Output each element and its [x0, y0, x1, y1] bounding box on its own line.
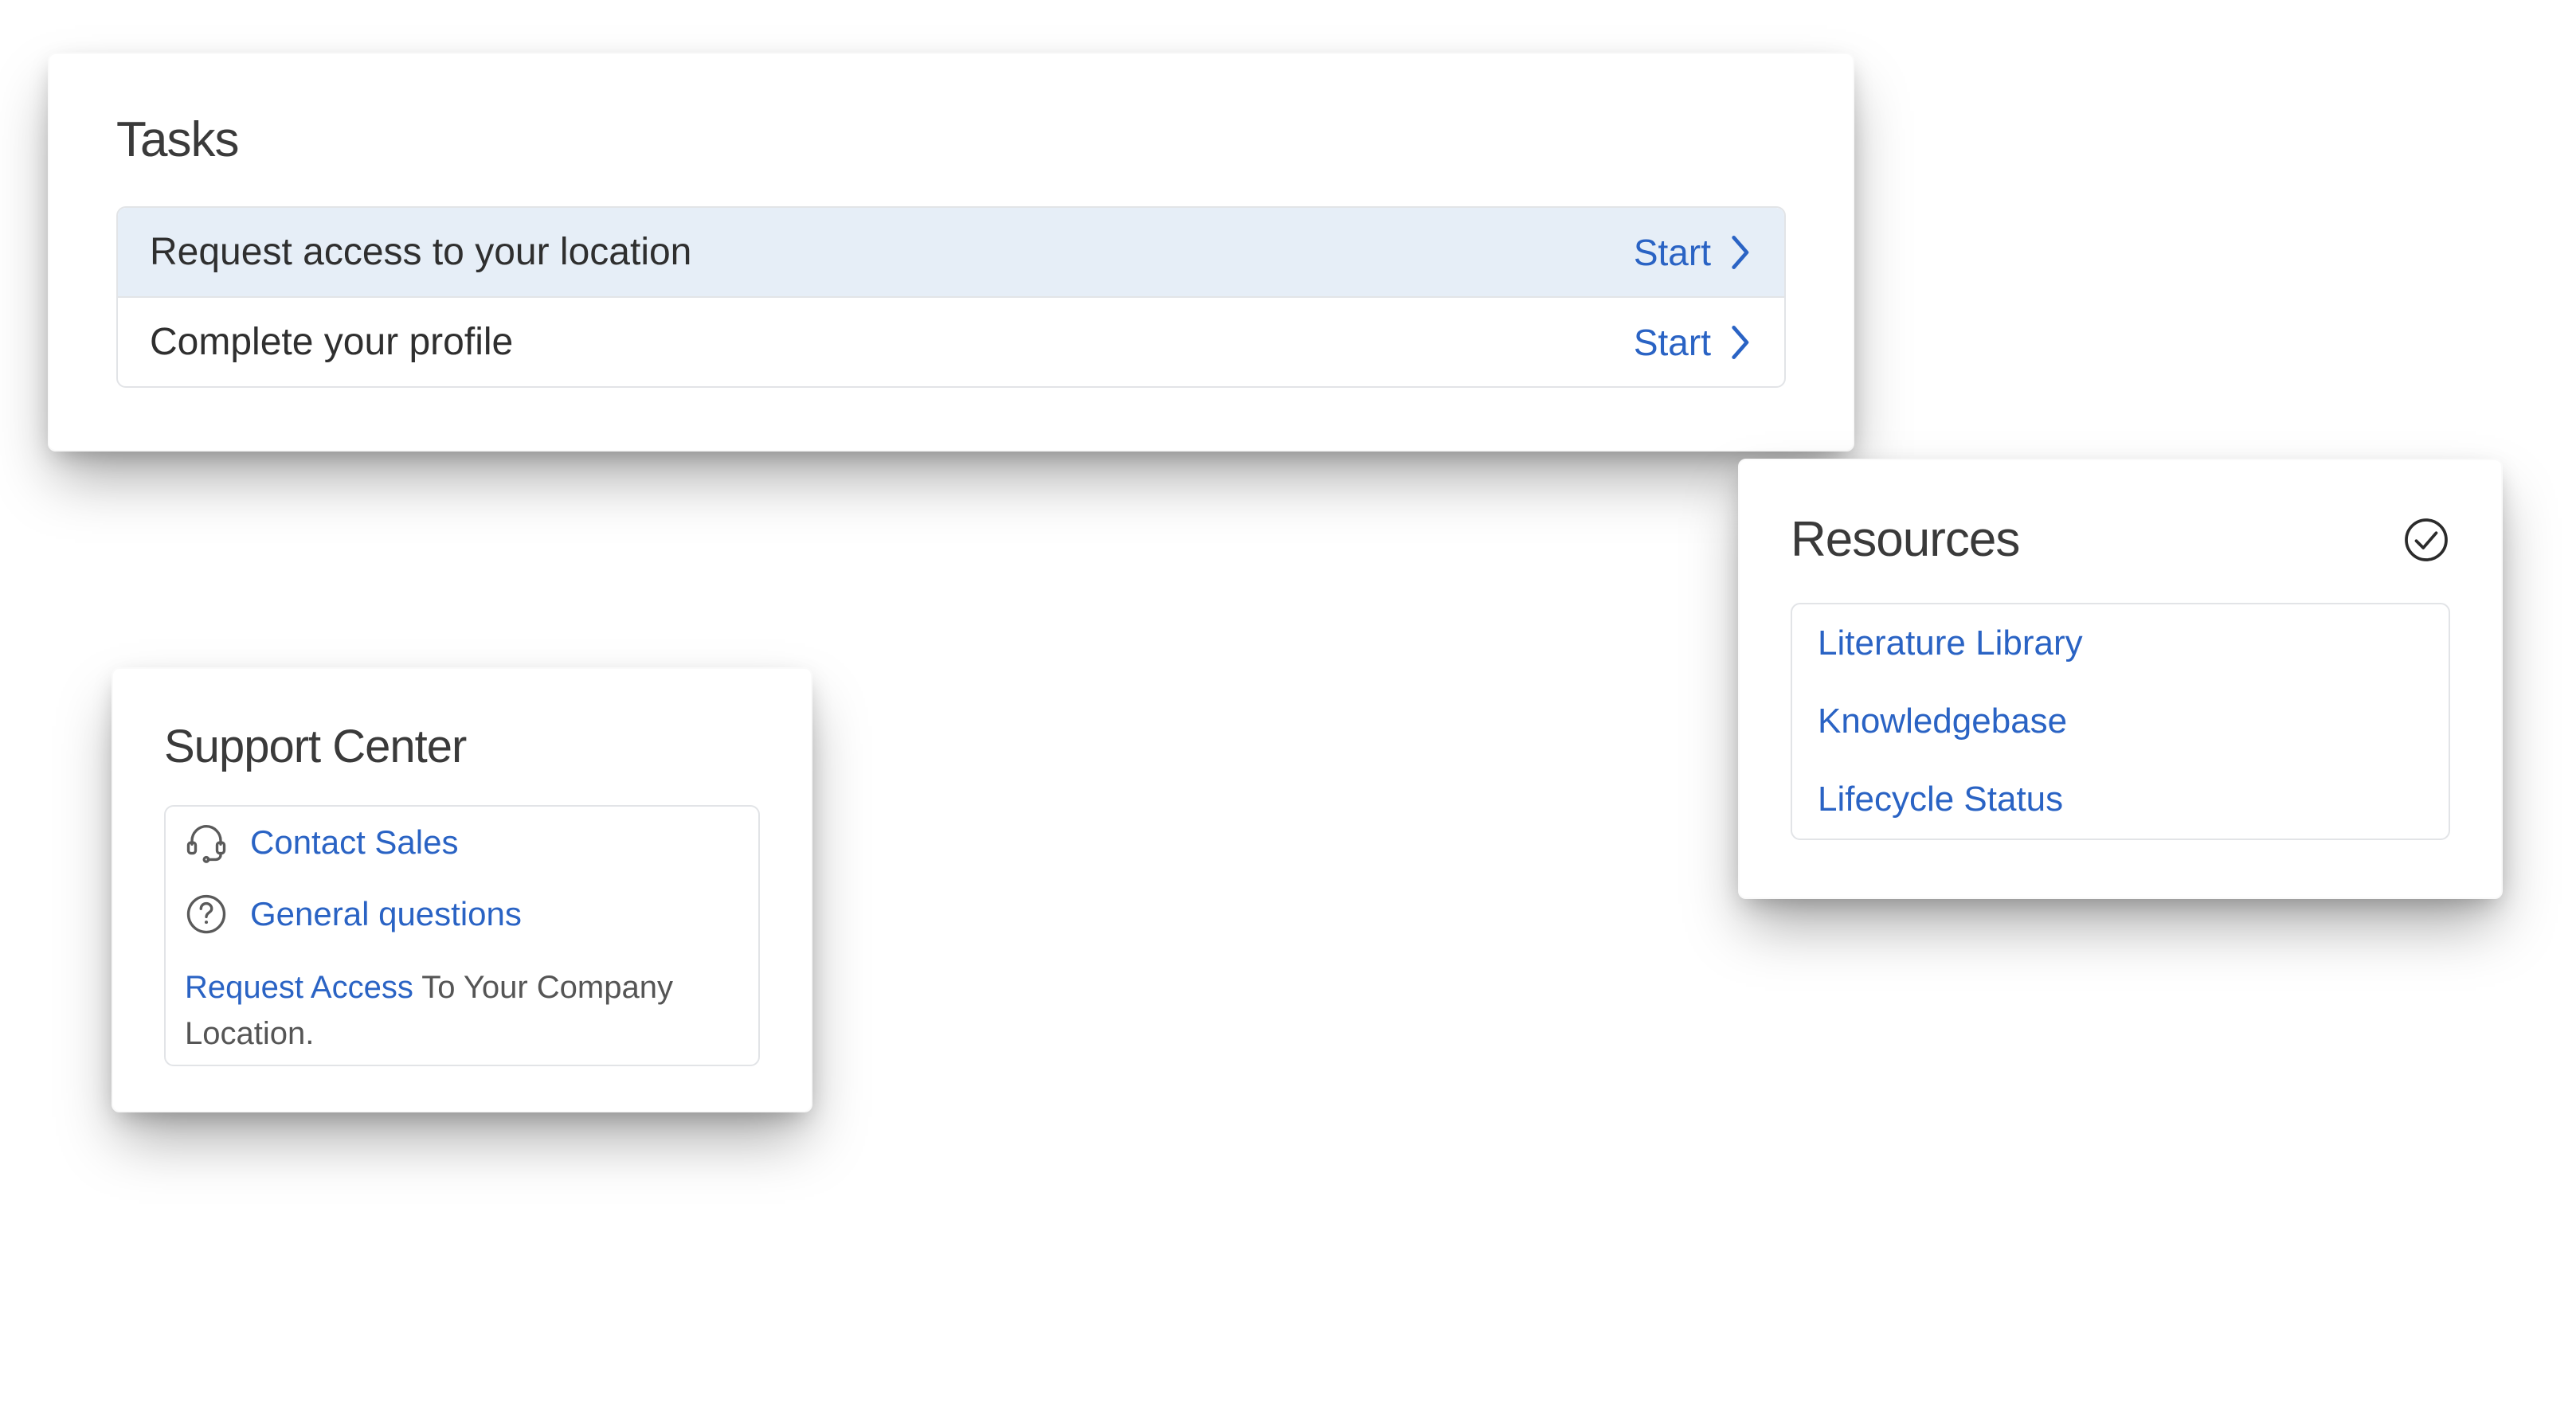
chevron-right-icon: [1730, 233, 1752, 272]
headset-icon: [185, 821, 228, 864]
question-circle-icon: [185, 893, 228, 936]
resource-link-lifecycle-status[interactable]: Lifecycle Status: [1792, 760, 2449, 838]
task-label: Request access to your location: [150, 230, 691, 274]
task-start-label: Start: [1634, 231, 1711, 274]
resource-link-literature-library[interactable]: Literature Library: [1792, 604, 2449, 682]
task-start-action[interactable]: Start: [1634, 231, 1752, 274]
support-list: Contact Sales General questions Request …: [164, 805, 760, 1066]
task-label: Complete your profile: [150, 320, 513, 364]
resources-title: Resources: [1791, 511, 2019, 568]
resources-header: Resources: [1791, 511, 2450, 568]
check-circle-icon: [2402, 516, 2450, 564]
task-row-complete-profile[interactable]: Complete your profile Start: [118, 298, 1784, 386]
tasks-title: Tasks: [116, 111, 1786, 168]
support-item-general-questions[interactable]: General questions: [166, 878, 758, 950]
tasks-list: Request access to your location Start Co…: [116, 206, 1786, 388]
chevron-right-icon: [1730, 323, 1752, 362]
support-request-access-note: Request Access To Your Company Location.: [166, 950, 758, 1065]
support-title: Support Center: [164, 720, 760, 773]
tasks-card: Tasks Request access to your location St…: [48, 53, 1854, 452]
resources-card: Resources Literature Library Knowledgeba…: [1738, 459, 2503, 899]
support-center-card: Support Center Contact Sales: [112, 667, 812, 1112]
support-item-label: General questions: [250, 895, 522, 933]
request-access-link[interactable]: Request Access: [185, 970, 413, 1005]
resource-link-knowledgebase[interactable]: Knowledgebase: [1792, 682, 2449, 760]
support-item-contact-sales[interactable]: Contact Sales: [166, 807, 758, 878]
task-row-request-access[interactable]: Request access to your location Start: [118, 208, 1784, 298]
task-start-action[interactable]: Start: [1634, 321, 1752, 364]
support-item-label: Contact Sales: [250, 823, 458, 862]
resources-list: Literature Library Knowledgebase Lifecyc…: [1791, 603, 2450, 840]
task-start-label: Start: [1634, 321, 1711, 364]
